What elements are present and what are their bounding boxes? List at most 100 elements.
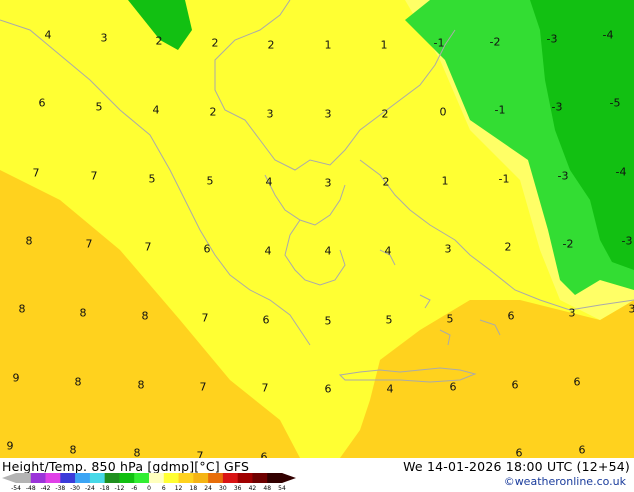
isotherm-label: -3 [622,236,633,247]
isotherm-label: 4 [325,246,332,257]
isotherm-label: 3 [267,109,274,120]
map-fields [0,0,634,458]
isotherm-label: 7 [262,383,269,394]
isotherm-label: 8 [138,380,145,391]
isotherm-label: 0 [440,107,447,118]
color-scale-segment [149,473,164,483]
isotherm-label: 6 [508,311,515,322]
isotherm-label: 3 [325,109,332,120]
isotherm-label: -3 [547,34,558,45]
isotherm-label: 9 [13,373,20,384]
credit-link[interactable]: ©weatheronline.co.uk [504,475,626,488]
isotherm-label: 5 [386,315,393,326]
isotherm-label: 8 [75,377,82,388]
color-scale-segment [252,473,267,483]
isotherm-label: -1 [499,174,510,185]
isotherm-label: 7 [33,168,40,179]
isotherm-label: -3 [558,171,569,182]
isotherm-label: 6 [512,380,519,391]
color-scale-tick: 0 [147,485,151,492]
isotherm-label: 6 [516,448,523,459]
isotherm-label: 3 [445,244,452,255]
isotherm-label: 1 [381,40,388,51]
isotherm-label: -4 [603,30,614,41]
color-scale-segment [134,473,149,483]
color-scale-segment [119,473,134,483]
isotherm-label: 2 [382,109,389,120]
color-scale-tick: 6 [162,485,166,492]
isotherm-label: 7 [200,382,207,393]
isotherm-label: 5 [447,314,454,325]
isotherm-label: 2 [268,40,275,51]
isotherm-label: 6 [263,315,270,326]
color-scale-tick: -30 [70,485,80,492]
isotherm-label: 7 [91,171,98,182]
color-scale-arrow-left [2,473,16,483]
isotherm-label: 7 [86,239,93,250]
color-scale-segment [46,473,61,483]
isotherm-label: 8 [70,445,77,456]
color-scale-tick: 42 [249,485,257,492]
valid-time: We 14-01-2026 18:00 UTC (12+54) [403,459,630,474]
isotherm-label: 2 [210,107,217,118]
color-scale-tick: -18 [100,485,110,492]
footer-bar: Height/Temp. 850 hPa [gdmp][°C] GFS We 1… [0,458,634,490]
color-scale-tick: -42 [41,485,51,492]
isotherm-label: -4 [616,167,627,178]
color-scale-tick: -48 [26,485,36,492]
color-scale-segment [105,473,120,483]
isotherm-label: 1 [325,40,332,51]
color-scale-segment [208,473,223,483]
isotherm-label: 3 [569,308,576,319]
isotherm-label: 4 [385,246,392,257]
isotherm-label: 4 [266,177,273,188]
isotherm-label: -1 [434,38,445,49]
color-scale-segment [193,473,208,483]
isotherm-label: 6 [574,377,581,388]
isotherm-label: 2 [156,36,163,47]
isotherm-label: 3 [629,304,634,315]
color-scale-tick: -38 [55,485,65,492]
isotherm-label: 8 [134,448,141,459]
isotherm-label: 4 [265,246,272,257]
color-scale-segment [238,473,253,483]
color-scale-segment [223,473,238,483]
isotherm-label: 1 [442,176,449,187]
color-scale-tick: 30 [219,485,227,492]
isotherm-label: 5 [325,316,332,327]
color-scale-tick: 36 [234,485,242,492]
isotherm-label: -5 [610,98,621,109]
color-scale-tick: 54 [278,485,286,492]
isotherm-label: 8 [142,311,149,322]
isotherm-label: 2 [505,242,512,253]
isotherm-label: 7 [202,313,209,324]
isotherm-label: 8 [80,308,87,319]
isotherm-label: 7 [145,242,152,253]
color-scale-tick: 12 [175,485,183,492]
isotherm-label: 4 [45,30,52,41]
isotherm-label: 6 [325,384,332,395]
isotherm-label: 5 [149,174,156,185]
color-scale-segment [31,473,46,483]
color-scale-tick: 24 [204,485,212,492]
isotherm-label: 2 [383,177,390,188]
color-scale-tick: 18 [190,485,198,492]
isotherm-label: -1 [495,105,506,116]
isotherm-label: -2 [563,239,574,250]
isotherm-label: 5 [207,176,214,187]
color-scale-tick: -6 [131,485,137,492]
isotherm-label: 6 [450,382,457,393]
temperature-map [0,0,634,458]
isotherm-label: 8 [26,236,33,247]
isotherm-label: 6 [204,244,211,255]
color-scale-tick: 48 [263,485,271,492]
color-scale-segment [267,473,282,483]
color-scale [2,472,298,484]
isotherm-label: -2 [490,37,501,48]
isotherm-label: -3 [552,102,563,113]
isotherm-label: 9 [7,441,14,452]
isotherm-label: 5 [96,102,103,113]
color-scale-segment [179,473,194,483]
color-scale-segment [90,473,105,483]
color-scale-segment [164,473,179,483]
